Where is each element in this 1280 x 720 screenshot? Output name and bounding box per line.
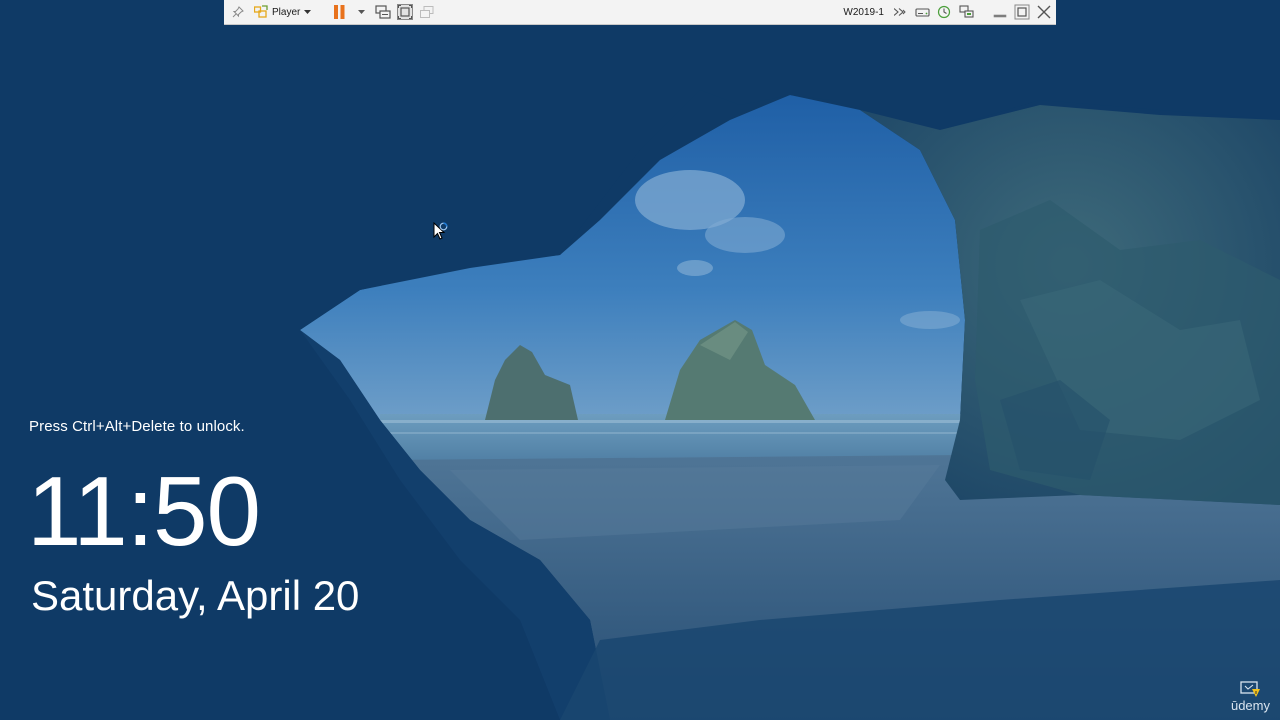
send-ctrl-alt-del-button[interactable]	[375, 3, 391, 21]
network-icon	[937, 5, 951, 19]
drive-icon	[914, 8, 930, 17]
close-button[interactable]	[1036, 3, 1052, 21]
udemy-watermark: ūdemy	[1231, 680, 1270, 712]
unlock-hint: Press Ctrl+Alt+Delete to unlock.	[29, 418, 245, 435]
display-device-button[interactable]	[958, 3, 974, 21]
minimize-icon	[993, 14, 1007, 18]
lock-screen-date: Saturday, April 20	[31, 572, 360, 619]
fullscreen-icon	[397, 4, 414, 20]
close-icon	[1037, 5, 1051, 19]
busy-cursor-icon	[433, 221, 451, 247]
network-device-button[interactable]	[936, 3, 952, 21]
vm-name-label: W2019-1	[843, 6, 884, 18]
unity-button[interactable]	[419, 3, 435, 21]
pin-icon[interactable]	[230, 3, 246, 21]
lock-screen[interactable]: Player W2019-1 Press Ctrl+Alt+Delete to …	[0, 0, 1280, 720]
drive-device-button[interactable]	[914, 3, 930, 21]
player-menu-label: Player	[272, 6, 301, 18]
udemy-watermark-text: ūdemy	[1230, 698, 1270, 713]
chevron-down-icon	[357, 9, 365, 14]
restore-icon	[1014, 4, 1030, 20]
vm-player-toolbar: Player W2019-1	[224, 0, 1056, 25]
pause-button[interactable]	[331, 3, 347, 21]
minimize-button[interactable]	[992, 3, 1008, 21]
chevron-down-icon	[304, 9, 312, 14]
player-menu-button[interactable]: Player	[252, 3, 313, 21]
pause-icon	[333, 5, 345, 19]
lock-screen-time: 11:50	[27, 456, 261, 566]
display-icon	[958, 5, 974, 18]
udemy-logo-icon	[1240, 681, 1261, 697]
restore-button[interactable]	[1014, 3, 1030, 21]
double-chevron-icon	[894, 8, 906, 16]
pause-dropdown-button[interactable]	[353, 3, 369, 21]
player-logo-icon	[254, 5, 268, 18]
toolbar-left-group: Player	[224, 0, 435, 24]
more-devices-button[interactable]	[892, 3, 908, 21]
toolbar-right-group: W2019-1	[843, 0, 1056, 24]
unity-icon	[420, 5, 434, 18]
fullscreen-button[interactable]	[397, 3, 414, 21]
send-ctrl-alt-del-icon	[375, 5, 391, 19]
